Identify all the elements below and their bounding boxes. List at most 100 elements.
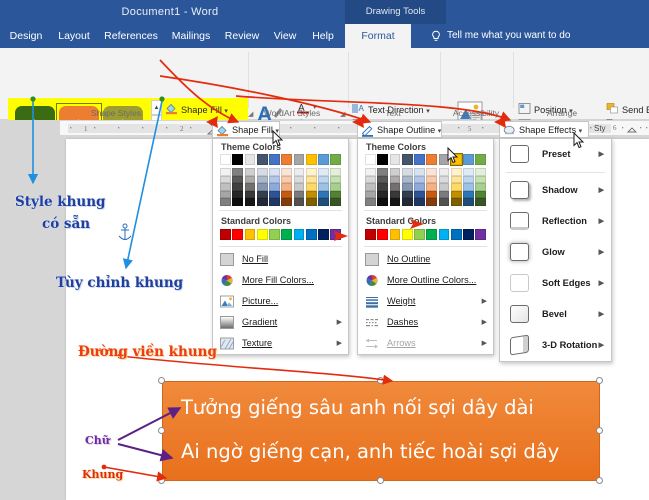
theme-tint-row-2-outline[interactable] xyxy=(365,175,486,183)
tint-swatch[interactable] xyxy=(293,190,305,198)
std-swatch-darkblue[interactable] xyxy=(318,228,329,240)
tint-swatch[interactable] xyxy=(318,168,329,176)
menu-item-no-fill[interactable]: No Fill xyxy=(213,249,348,270)
std-swatch-lightblue[interactable] xyxy=(438,228,450,240)
tint-swatch[interactable] xyxy=(389,190,401,198)
swatch-accent3[interactable] xyxy=(293,154,305,165)
std-swatch-blue[interactable] xyxy=(450,228,462,240)
swatch-accent5[interactable] xyxy=(318,154,329,165)
menu-item-dashes[interactable]: Dashes ▶ xyxy=(358,312,493,333)
std-swatch-red[interactable] xyxy=(377,228,388,240)
resize-handle-mr[interactable] xyxy=(596,427,603,434)
menu-item-bevel[interactable]: Bevel ▶ xyxy=(500,299,611,330)
std-swatch-purple[interactable] xyxy=(475,228,486,240)
resize-handle-bl[interactable] xyxy=(158,477,165,484)
tint-swatch[interactable] xyxy=(220,190,231,198)
tell-me-search[interactable]: Tell me what you want to do xyxy=(447,24,570,48)
tint-swatch[interactable] xyxy=(365,183,376,191)
std-swatch-orange[interactable] xyxy=(389,228,401,240)
std-swatch-orange[interactable] xyxy=(244,228,256,240)
swatch-bg2[interactable] xyxy=(389,154,401,165)
tint-swatch[interactable] xyxy=(305,198,317,206)
tint-swatch[interactable] xyxy=(318,183,329,191)
tint-swatch[interactable] xyxy=(220,183,231,191)
resize-handle-br[interactable] xyxy=(596,477,603,484)
wordart-dialog-launcher-icon[interactable]: ◢ xyxy=(248,110,253,118)
tint-swatch[interactable] xyxy=(269,183,280,191)
theme-tint-row-3-outline[interactable] xyxy=(365,183,486,191)
swatch-black[interactable] xyxy=(232,154,243,165)
menu-item-more-fill-colors[interactable]: More Fill Colors... xyxy=(213,270,348,291)
theme-tint-row-2[interactable] xyxy=(220,175,341,183)
std-swatch-yellow[interactable] xyxy=(401,228,413,240)
bevel-submenu-arrow-icon[interactable]: ▶ xyxy=(599,299,604,330)
theme-colors-row-top[interactable] xyxy=(220,154,341,165)
menu-item-soft-edges[interactable]: Soft Edges ▶ xyxy=(500,268,611,299)
tint-swatch[interactable] xyxy=(330,175,341,183)
tint-swatch[interactable] xyxy=(426,198,437,206)
tint-swatch[interactable] xyxy=(281,175,292,183)
selected-textbox[interactable]: Tưởng giếng sâu anh nối sợi dây dài Ai n… xyxy=(162,381,600,481)
std-swatch-lightgreen[interactable] xyxy=(269,228,280,240)
tab-view[interactable]: View xyxy=(268,24,302,48)
std-swatch-red[interactable] xyxy=(232,228,243,240)
tint-swatch[interactable] xyxy=(281,168,292,176)
swatch-darkblue[interactable] xyxy=(401,154,413,165)
tint-swatch[interactable] xyxy=(414,190,425,198)
standard-colors-palette-outline[interactable] xyxy=(358,228,493,244)
tab-help[interactable]: Help xyxy=(306,24,340,48)
menu-item-shadow[interactable]: Shadow ▶ xyxy=(500,175,611,206)
tint-swatch[interactable] xyxy=(475,198,486,206)
tint-swatch[interactable] xyxy=(244,183,256,191)
tint-swatch[interactable] xyxy=(244,190,256,198)
theme-colors-palette-outline[interactable] xyxy=(358,153,493,208)
swatch-accent2[interactable] xyxy=(281,154,292,165)
std-swatch-blue[interactable] xyxy=(305,228,317,240)
tint-swatch[interactable] xyxy=(414,175,425,183)
swatch-accent1[interactable] xyxy=(269,154,280,165)
std-swatch-purple[interactable] xyxy=(330,228,341,240)
tint-swatch[interactable] xyxy=(220,175,231,183)
tint-swatch[interactable] xyxy=(426,190,437,198)
tint-swatch[interactable] xyxy=(293,175,305,183)
tint-swatch[interactable] xyxy=(389,198,401,206)
tint-swatch[interactable] xyxy=(256,168,268,176)
tint-swatch[interactable] xyxy=(318,175,329,183)
tint-swatch[interactable] xyxy=(330,190,341,198)
menu-item-preset[interactable]: Preset ▶ xyxy=(500,139,611,170)
tint-swatch[interactable] xyxy=(438,198,450,206)
tint-swatch[interactable] xyxy=(377,183,388,191)
tint-swatch[interactable] xyxy=(269,198,280,206)
tint-swatch[interactable] xyxy=(475,168,486,176)
tint-swatch[interactable] xyxy=(463,198,474,206)
theme-tint-row-4[interactable] xyxy=(220,190,341,198)
swatch-white[interactable] xyxy=(365,154,376,165)
tint-swatch[interactable] xyxy=(438,168,450,176)
tint-swatch[interactable] xyxy=(232,168,243,176)
tab-mailings[interactable]: Mailings xyxy=(166,24,216,48)
resize-handle-tr[interactable] xyxy=(596,377,603,384)
resize-handle-bc[interactable] xyxy=(377,477,384,484)
swatch-accent6[interactable] xyxy=(475,154,486,165)
shape-fill-caret-icon[interactable]: ▾ xyxy=(224,108,228,115)
theme-colors-palette-fill[interactable] xyxy=(213,154,348,208)
tint-swatch[interactable] xyxy=(269,190,280,198)
swatch-accent1[interactable] xyxy=(414,154,425,165)
tint-swatch[interactable] xyxy=(426,183,437,191)
tint-swatch[interactable] xyxy=(256,183,268,191)
tint-swatch[interactable] xyxy=(256,190,268,198)
tint-swatch[interactable] xyxy=(463,168,474,176)
tint-swatch[interactable] xyxy=(281,190,292,198)
tint-swatch[interactable] xyxy=(377,168,388,176)
std-swatch-lightgreen[interactable] xyxy=(414,228,425,240)
shape-outline-dropdown-header[interactable]: Shape Outline ▾ xyxy=(357,121,442,138)
tint-swatch[interactable] xyxy=(475,183,486,191)
menu-item-texture[interactable]: Texture ▶ xyxy=(213,333,348,354)
tab-format[interactable]: Format xyxy=(345,24,411,48)
tint-swatch[interactable] xyxy=(330,183,341,191)
tint-swatch[interactable] xyxy=(244,168,256,176)
send-backward-command[interactable]: Send Backward xyxy=(622,102,649,118)
menu-item-picture[interactable]: Picture... xyxy=(213,291,348,312)
swatch-accent6[interactable] xyxy=(330,154,341,165)
shape-fill-dropdown-panel[interactable]: Theme Colors Standard Colors No Fill Mor… xyxy=(212,138,349,355)
